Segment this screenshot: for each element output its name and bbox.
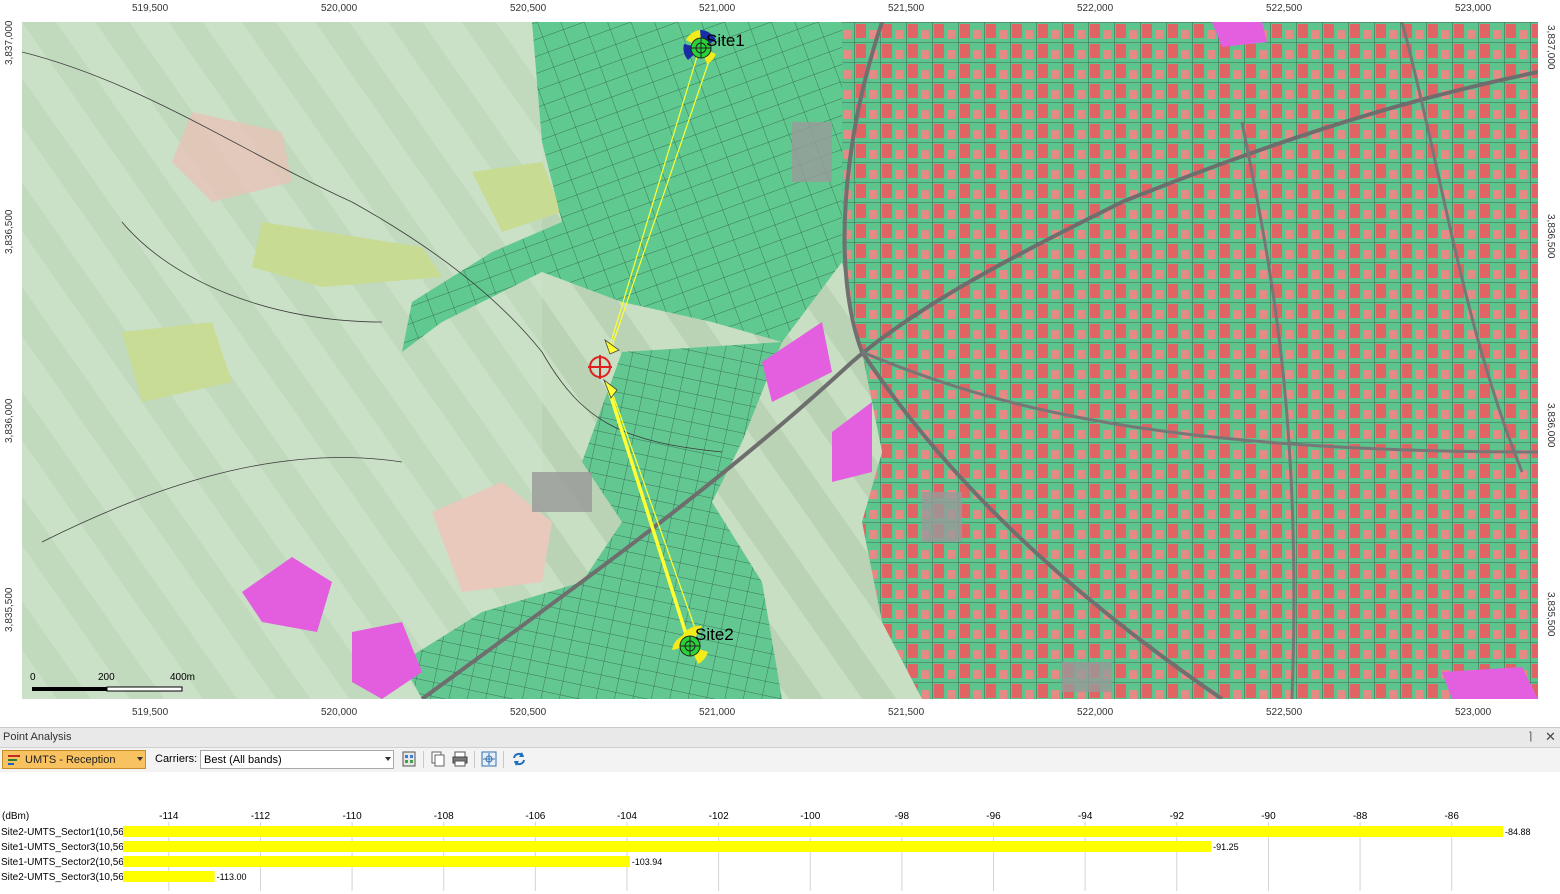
chart-tick-label: -90 <box>1261 811 1276 822</box>
site1-label: Site1 <box>706 31 745 50</box>
top-ruler-tick-label: 520,000 <box>321 3 358 14</box>
bottom-ruler-tick-label: 522,500 <box>1266 707 1303 718</box>
site2-label: Site2 <box>695 625 734 644</box>
toolbar-separator <box>423 751 424 768</box>
left-ruler-tick-label: 3,836,000 <box>4 398 15 444</box>
scale-bar <box>32 686 183 692</box>
reception-view-icon <box>8 755 20 765</box>
chart-tick-label: -106 <box>525 811 545 822</box>
carriers-value: Best (All bands) <box>204 754 282 766</box>
chart-tick-label: -86 <box>1444 811 1459 822</box>
chart-tick-label: -96 <box>986 811 1001 822</box>
chart-value-label: -113.00 <box>217 872 247 882</box>
carriers-dropdown[interactable]: Best (All bands) <box>200 750 394 769</box>
chart-tick-label: -92 <box>1170 811 1185 822</box>
chart-tick-label: -102 <box>709 811 729 822</box>
top-ruler-tick-label: 523,000 <box>1455 3 1492 14</box>
top-ruler-tick-label: 519,500 <box>132 3 169 14</box>
chart-tick-label: -88 <box>1353 811 1368 822</box>
carriers-label: Carriers: <box>155 753 198 765</box>
scale-label-400m: 400m <box>170 672 196 683</box>
bottom-ruler-tick-label: 521,000 <box>699 707 736 718</box>
chart-value-label: -91.25 <box>1213 842 1239 852</box>
top-ruler-tick-label: 522,000 <box>1077 3 1114 14</box>
map-svg: Site1 Site2 <box>22 22 1538 699</box>
signal-level-chart-svg: (dBm) -114 -112 -110 -108 -106 -104 -102 -100 -98… <box>1 811 1531 891</box>
chart-tick-label: -114 <box>159 811 179 822</box>
bottom-ruler-tick-label: 520,000 <box>321 707 358 718</box>
top-ruler-tick-label: 521,500 <box>888 3 925 14</box>
bottom-ruler-tick-label: 523,000 <box>1455 707 1492 718</box>
bottom-ruler-tick-label: 520,500 <box>510 707 547 718</box>
chart-bar <box>123 826 1504 837</box>
top-ruler-tick-label: 520,500 <box>510 3 547 14</box>
right-ruler-tick-label: 3,836,000 <box>1545 403 1556 448</box>
chart-category-label: Site2-UMTS_Sector1(10,562) <box>1 827 133 838</box>
panel-title-bar: Point Analysis ⌉ ✕ <box>0 728 1560 748</box>
left-ruler-tick-label: 3,835,500 <box>4 587 15 633</box>
map-layer-icon[interactable] <box>400 750 418 768</box>
chart-tick-label: -100 <box>800 811 820 822</box>
chart-tick-label: -104 <box>617 811 637 822</box>
copy-icon[interactable] <box>429 750 447 768</box>
refresh-icon[interactable] <box>510 750 528 768</box>
panel-title: Point Analysis <box>3 731 72 743</box>
chart-category-label: Site1-UMTS_Sector3(10,562) <box>1 842 133 853</box>
bottom-coordinate-ruler <box>0 699 1560 721</box>
chart-tick-label: -112 <box>251 811 271 822</box>
panel-toolbar: UMTS - Reception Carriers: Best (All ban… <box>0 748 1560 772</box>
bottom-ruler-tick-label: 522,000 <box>1077 707 1114 718</box>
chevron-down-icon <box>385 757 391 761</box>
scale-label-200: 200 <box>98 672 115 683</box>
chart-bar <box>123 856 630 867</box>
right-ruler-tick-label: 3,835,500 <box>1545 592 1556 637</box>
signal-level-chart: (dBm) -114 -112 -110 -108 -106 -104 -102 -100 -98… <box>0 772 1560 891</box>
bottom-ruler-tick-label: 519,500 <box>132 707 169 718</box>
top-coordinate-ruler <box>0 0 1560 22</box>
left-ruler-tick-label: 3,837,000 <box>4 20 15 66</box>
center-on-point-icon[interactable] <box>480 750 498 768</box>
chart-value-label: -103.94 <box>632 857 663 867</box>
chart-tick-label: -98 <box>895 811 910 822</box>
bottom-ruler-tick-label: 521,500 <box>888 707 925 718</box>
point-analysis-panel: Point Analysis ⌉ ✕ UMTS - Reception Carr… <box>0 727 1560 891</box>
chart-value-label: -84.88 <box>1505 827 1531 837</box>
view-type-dropdown[interactable]: UMTS - Reception <box>2 750 146 769</box>
map-canvas[interactable]: Site1 Site2 0 200 400m <box>22 22 1538 699</box>
chart-tick-label: -108 <box>434 811 454 822</box>
scale-label-0: 0 <box>30 672 36 683</box>
print-icon[interactable] <box>451 750 469 768</box>
top-ruler-tick-label: 522,500 <box>1266 3 1303 14</box>
pin-icon[interactable]: ⌉ <box>1528 730 1532 743</box>
right-ruler-tick-label: 3,836,500 <box>1545 214 1556 259</box>
chart-bar <box>123 871 215 882</box>
right-ruler-tick-label: 3,837,000 <box>1545 25 1556 70</box>
chart-tick-label: -94 <box>1078 811 1093 822</box>
chevron-down-icon <box>137 757 143 761</box>
toolbar-separator <box>474 751 475 768</box>
chart-category-label: Site2-UMTS_Sector3(10,562) <box>1 872 133 883</box>
close-icon[interactable]: ✕ <box>1545 729 1556 745</box>
toolbar-separator <box>503 751 504 768</box>
chart-category-label: Site1-UMTS_Sector2(10,562) <box>1 857 133 868</box>
top-ruler-tick-label: 521,000 <box>699 3 736 14</box>
view-type-value: UMTS - Reception <box>25 754 116 766</box>
left-ruler-tick-label: 3,836,500 <box>4 209 15 255</box>
chart-unit-label: (dBm) <box>2 811 29 822</box>
chart-tick-label: -110 <box>342 811 362 822</box>
chart-bar <box>123 841 1212 852</box>
